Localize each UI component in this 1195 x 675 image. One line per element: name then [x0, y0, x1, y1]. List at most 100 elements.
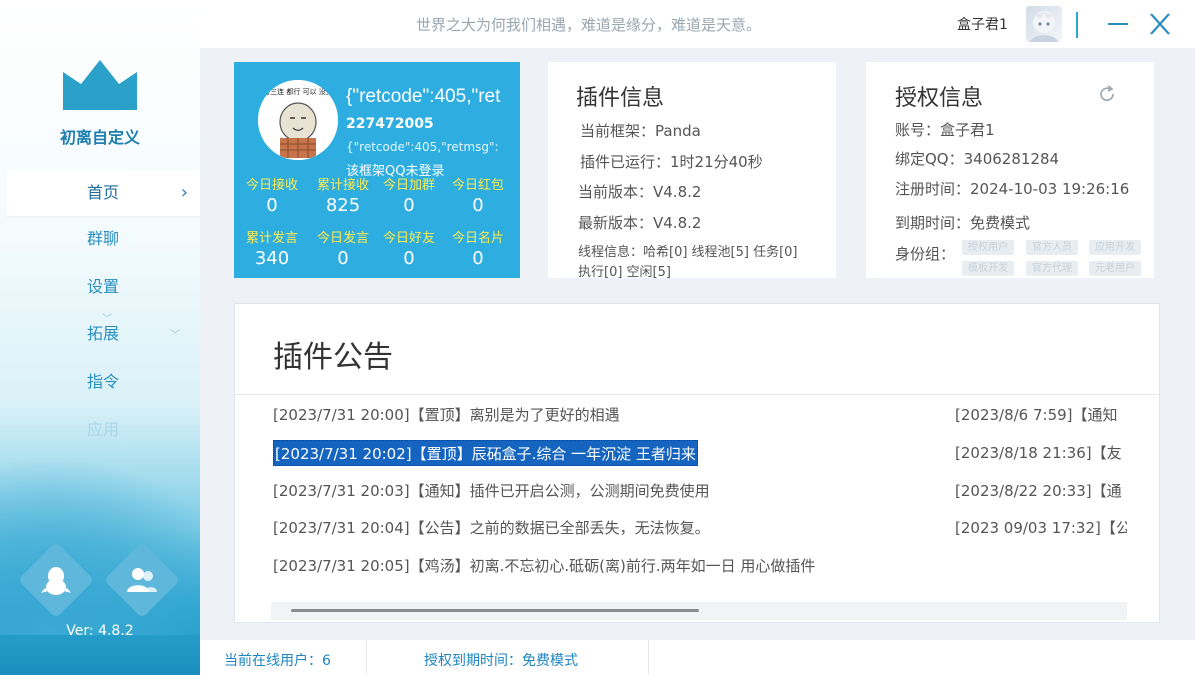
nav-item-group-chat[interactable]: 群聊: [6, 216, 200, 262]
anime-avatar-icon: [1030, 11, 1058, 42]
announcement-item[interactable]: [2023/7/31 20:04]【公告】之前的数据已全部丢失，无法恢复。: [273, 515, 710, 541]
stat-total-received: 累计接收 825: [308, 174, 378, 216]
stat-today-red-packets: 今日红包 0: [443, 174, 513, 216]
identity-chip: 模板开发: [962, 261, 1014, 276]
bound-qq-row: 绑定QQ：3406281284: [895, 150, 1060, 168]
stat-value: 0: [472, 248, 484, 269]
identity-label: 身份组：: [895, 245, 956, 263]
stat-value: 0: [403, 248, 415, 269]
account-row: 账号：盒子君1: [895, 121, 995, 139]
stat-label: 今日红包: [451, 178, 504, 193]
nav-item-apps[interactable]: 应用: [6, 407, 200, 453]
plugin-info-title: 插件信息: [576, 86, 665, 111]
identity-chip: 元老用户: [1089, 261, 1141, 276]
status-separator: [648, 640, 649, 675]
scrollbar-thumb[interactable]: [291, 609, 699, 612]
horizontal-scrollbar[interactable]: [271, 602, 1127, 620]
stat-value: 0: [266, 195, 278, 216]
stat-value: 0: [472, 195, 484, 216]
announcement-item[interactable]: [2023/7/31 20:05]【鸡汤】初离.不忘初心.砥砺(离)前行.两年如…: [273, 553, 815, 579]
nav-item-commands[interactable]: 指令: [6, 359, 200, 405]
runtime-row: 插件已运行：1时21分40秒: [580, 153, 763, 171]
stat-label: 累计接收: [316, 178, 369, 193]
identity-chip: 应用开发: [1089, 240, 1141, 255]
divider: [235, 394, 1159, 395]
stat-label: 今日接收: [245, 178, 298, 193]
list-edge-mask: [1127, 396, 1159, 622]
motto-text: 世界之大为何我们相遇，难道是缘分，难道是天意。: [416, 16, 762, 34]
crown-logo-icon: [63, 60, 137, 110]
close-icon[interactable]: [1148, 10, 1172, 38]
thread-info-row-2: 执行[0] 空闲[5]: [578, 265, 671, 280]
announcement-item[interactable]: [2023/7/31 20:03]【通知】插件已开启公测，公测期间免费使用: [273, 478, 710, 504]
bot-status-message: {"retcode":405,"retmsg":: [346, 140, 499, 154]
stat-value: 0: [403, 195, 415, 216]
contacts-icon: [127, 568, 157, 592]
thread-info-row: 线程信息：哈希[0] 线程池[5] 任务[0]: [578, 245, 798, 260]
identity-chip: 授权用户: [962, 240, 1014, 255]
brand-name: 初离自定义: [59, 128, 140, 147]
announcement-title: 插件公告: [273, 340, 393, 375]
auth-expiry-status: 授权到期时间：免费模式: [424, 653, 578, 669]
current-version-row: 当前版本：V4.8.2: [578, 183, 702, 201]
announcement-item[interactable]: [2023 09/03 17:32]【公: [955, 515, 1131, 541]
stat-label: 今日加群: [382, 178, 435, 193]
stat-value: 340: [254, 248, 290, 269]
bot-qq-number: 227472005: [346, 116, 434, 132]
stat-today-group-joins: 今日加群 0: [374, 174, 444, 216]
announcement-panel: 插件公告 [2023/7/31 20:00]【置顶】离别是为了更好的相遇 [20…: [234, 303, 1160, 623]
bot-avatar[interactable]: 渣男三连 都行 可以 没关系: [258, 80, 338, 160]
sidebar: 初离自定义 首页 › 群聊 设置 ﹀ 拓展 ﹀ 指令 应用 Ver: 4.8.2: [0, 0, 200, 675]
expand-icon: ﹀: [170, 330, 180, 341]
sidebar-background-art: [0, 455, 200, 635]
nav-item-label: 应用: [86, 420, 119, 439]
announcement-item-selected[interactable]: [2023/7/31 20:02]【置顶】辰砳盒子.综合 一年沉淀 王者归来: [273, 440, 698, 466]
nav-item-label: 群聊: [86, 229, 119, 248]
header-separator: [1076, 12, 1078, 38]
stat-today-cards: 今日名片 0: [443, 227, 513, 269]
expire-time-row: 到期时间：免费模式: [895, 214, 1031, 232]
status-bar: 当前在线用户：6 授权到期时间：免费模式: [200, 640, 1195, 675]
stat-label: 今日发言: [316, 231, 369, 246]
refresh-icon[interactable]: [1097, 84, 1117, 104]
announcement-item[interactable]: [2023/8/22 20:33]【通: [955, 478, 1122, 504]
nav-item-extensions[interactable]: ﹀ 拓展 ﹀: [6, 311, 200, 357]
identity-chip: 官方人员: [1026, 240, 1078, 255]
bot-stats-card: 渣男三连 都行 可以 没关系 {"retcode":405,"ret 22747…: [234, 62, 520, 278]
online-users-status: 当前在线用户：6: [224, 653, 331, 669]
chevron-right-icon: ›: [180, 182, 188, 203]
announcement-item[interactable]: [2023/7/31 20:00]【置顶】离别是为了更好的相遇: [273, 402, 620, 428]
version-label: Ver: 4.8.2: [66, 623, 134, 639]
title-bar: 世界之大为何我们相遇，难道是缘分，难道是天意。 盒子君1: [200, 0, 1195, 48]
stat-label: 今日好友: [382, 231, 435, 246]
header-username: 盒子君1: [957, 17, 1008, 33]
stat-today-friends: 今日好友 0: [374, 227, 444, 269]
latest-version-row: 最新版本：V4.8.2: [578, 214, 702, 232]
stat-total-messages: 累计发言 340: [237, 227, 307, 269]
stat-value: 825: [325, 195, 361, 216]
user-avatar[interactable]: [1026, 6, 1062, 42]
framework-row: 当前框架：Panda: [580, 122, 701, 140]
stat-label: 累计发言: [245, 231, 298, 246]
avatar-caption: 渣男三连 都行 可以 没关系: [258, 87, 338, 96]
stat-today-received: 今日接收 0: [237, 174, 307, 216]
chevron-down-icon: ﹀: [102, 314, 112, 325]
nav-item-label: 指令: [86, 372, 119, 391]
status-separator: [366, 640, 367, 675]
bot-status-title: {"retcode":405,"ret: [346, 86, 501, 107]
qq-penguin-icon: [41, 567, 71, 595]
auth-info-title: 授权信息: [895, 86, 984, 111]
auth-info-card: 授权信息 账号：盒子君1 绑定QQ：3406281284 注册时间：2024-1…: [866, 62, 1154, 278]
nav-item-label: 首页: [86, 183, 119, 202]
meme-face-avatar: 渣男三连 都行 可以 没关系: [258, 80, 338, 160]
announcement-item[interactable]: [2023/8/18 21:36]【友: [955, 440, 1122, 466]
minimize-button[interactable]: [1106, 10, 1130, 38]
stat-today-messages: 今日发言 0: [308, 227, 378, 269]
nav-item-label: 设置: [86, 277, 119, 296]
announcement-item[interactable]: [2023/8/6 7:59]【通知: [955, 402, 1118, 428]
register-time-row: 注册时间：2024-10-03 19:26:16: [895, 180, 1130, 198]
stat-value: 0: [337, 248, 349, 269]
stat-label: 今日名片: [451, 231, 504, 246]
nav-item-home[interactable]: 首页 ›: [6, 170, 200, 216]
identity-chip: 官方代理: [1026, 261, 1078, 276]
